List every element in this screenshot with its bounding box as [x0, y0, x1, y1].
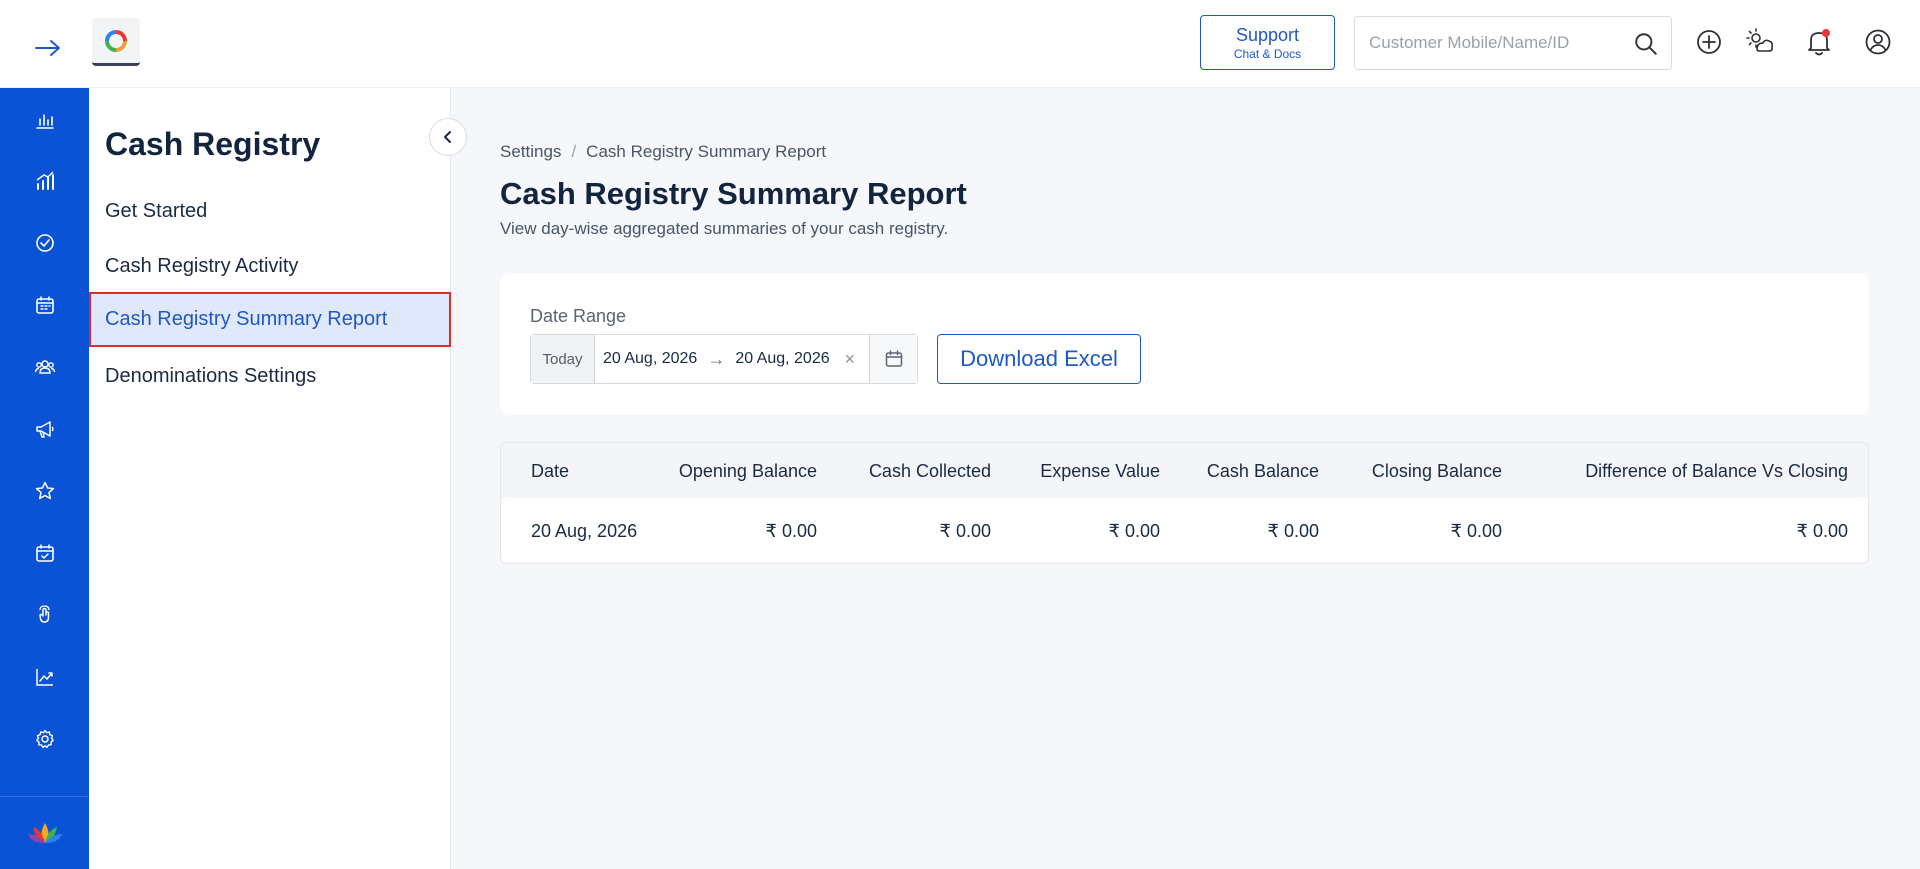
- user-circle-icon: [1865, 29, 1891, 55]
- brand-logo: [0, 796, 89, 869]
- calendar-button[interactable]: [869, 335, 917, 383]
- summary-table: Date Opening Balance Cash Collected Expe…: [500, 442, 1869, 564]
- column-header-cash-balance[interactable]: Cash Balance: [1207, 461, 1319, 482]
- search-icon[interactable]: [1633, 31, 1659, 57]
- rail-item-reports[interactable]: [0, 161, 89, 201]
- column-header-difference[interactable]: Difference of Balance Vs Closing: [1585, 461, 1848, 482]
- app-logo[interactable]: [92, 18, 140, 66]
- plus-circle-icon: [1697, 30, 1721, 54]
- rail-item-engagement[interactable]: [0, 595, 89, 635]
- rail-item-analytics[interactable]: [0, 657, 89, 697]
- logo-icon: [105, 29, 127, 52]
- left-rail: [0, 88, 89, 869]
- lotus-logo-icon: [27, 823, 62, 843]
- date-range-label: Date Range: [530, 306, 627, 326]
- breadcrumb-separator: /: [571, 142, 577, 161]
- calendar-icon: [885, 350, 902, 367]
- sidebar-item-get-started[interactable]: Get Started: [89, 184, 451, 239]
- top-bar: Support Chat & Docs: [0, 0, 1920, 88]
- support-subtitle: Chat & Docs: [1233, 46, 1302, 61]
- cell-expense-value: ₹ 0.00: [1108, 521, 1161, 541]
- column-header-date[interactable]: Date: [531, 461, 569, 482]
- sidebar-item-cash-registry-activity[interactable]: Cash Registry Activity: [89, 239, 451, 294]
- cell-cash-collected: ₹ 0.00: [939, 521, 992, 541]
- start-date: 20 Aug, 2026: [603, 350, 698, 367]
- page-subtitle: View day-wise aggregated summaries of yo…: [500, 219, 949, 238]
- rail-item-customers[interactable]: [0, 347, 89, 387]
- main-content: Settings / Cash Registry Summary Report …: [452, 88, 1920, 869]
- weather-icon: [1746, 28, 1773, 52]
- bell-icon: [1808, 29, 1830, 56]
- chevron-left-icon: [444, 131, 451, 143]
- profile-button[interactable]: [1862, 26, 1894, 58]
- calendar-check-icon: [35, 544, 54, 562]
- page-title: Cash Registry Summary Report: [500, 176, 967, 211]
- cell-difference: ₹ 0.00: [1796, 521, 1849, 541]
- breadcrumb-settings[interactable]: Settings: [500, 142, 561, 162]
- arrow-right-icon: [35, 40, 60, 56]
- trend-line-icon: [35, 669, 53, 686]
- range-arrow-icon: →: [707, 348, 726, 369]
- column-header-cash-collected[interactable]: Cash Collected: [869, 461, 991, 482]
- notifications-button[interactable]: [1803, 26, 1835, 58]
- add-button[interactable]: [1693, 26, 1725, 58]
- expand-sidebar-button[interactable]: [30, 30, 66, 66]
- filter-card: Date Range Today 20 Aug, 2026 → 20 Aug, …: [500, 274, 1869, 414]
- rail-item-settings[interactable]: [0, 719, 89, 759]
- check-circle-icon: [35, 234, 54, 252]
- cash-registry-sidebar: Cash Registry Get Started Cash Registry …: [89, 88, 451, 869]
- download-excel-button[interactable]: Download Excel: [937, 334, 1141, 384]
- today-preset-button[interactable]: Today: [531, 335, 595, 383]
- growth-chart-icon: [36, 171, 54, 190]
- weather-button[interactable]: [1744, 26, 1776, 58]
- rail-item-reviews[interactable]: [0, 471, 89, 511]
- users-icon: [34, 360, 55, 374]
- rail-item-appointments[interactable]: [0, 533, 89, 573]
- megaphone-icon: [35, 421, 54, 438]
- star-icon: [35, 481, 54, 500]
- bar-chart-icon: [35, 114, 54, 129]
- gear-icon: [35, 729, 54, 749]
- breadcrumb: Settings / Cash Registry Summary Report: [500, 142, 826, 162]
- column-header-expense-value[interactable]: Expense Value: [1040, 461, 1160, 482]
- customer-search-input[interactable]: [1369, 17, 1619, 69]
- cell-cash-balance: ₹ 0.00: [1267, 521, 1320, 541]
- rail-item-tasks[interactable]: [0, 223, 89, 263]
- sidebar-title: Cash Registry: [105, 126, 321, 162]
- column-header-closing-balance[interactable]: Closing Balance: [1372, 461, 1502, 482]
- support-title: Support: [1235, 24, 1300, 45]
- breadcrumb-current: Cash Registry Summary Report: [586, 142, 827, 161]
- collapse-sidebar-button[interactable]: [429, 118, 467, 156]
- sidebar-item-cash-registry-summary-report[interactable]: Cash Registry Summary Report: [89, 292, 451, 347]
- rail-item-calendar[interactable]: [0, 285, 89, 325]
- cell-closing-balance: ₹ 0.00: [1450, 521, 1503, 541]
- hand-pointer-icon: [38, 605, 50, 623]
- rail-item-marketing[interactable]: [0, 409, 89, 449]
- cell-opening-balance: ₹ 0.00: [765, 521, 818, 541]
- column-header-opening-balance[interactable]: Opening Balance: [679, 461, 817, 482]
- calendar-icon: [35, 296, 54, 314]
- rail-item-dashboard[interactable]: [0, 100, 89, 140]
- sidebar-item-denominations-settings[interactable]: Denominations Settings: [89, 349, 451, 404]
- date-range-picker: Today 20 Aug, 2026 → 20 Aug, 2026 ×: [530, 334, 918, 384]
- clear-date-icon[interactable]: ×: [844, 349, 855, 370]
- support-button[interactable]: Support Chat & Docs: [1200, 15, 1335, 70]
- customer-search: [1354, 16, 1672, 70]
- cell-date: 20 Aug, 2026: [531, 521, 638, 541]
- end-date: 20 Aug, 2026: [735, 350, 830, 367]
- date-range-input[interactable]: 20 Aug, 2026 → 20 Aug, 2026 ×: [595, 335, 869, 383]
